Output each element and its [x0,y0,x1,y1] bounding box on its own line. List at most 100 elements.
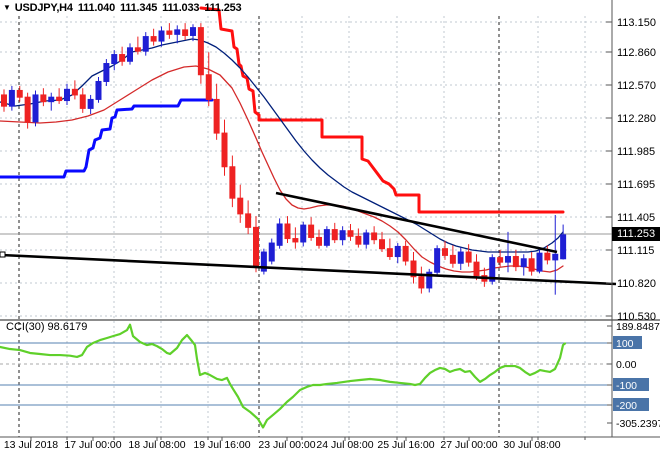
bull-candle-body [268,242,275,262]
bear-candle-body [24,96,31,123]
bull-candle-body [32,94,39,123]
cci-indicator-label: CCI(30) 98.6179 [6,321,88,333]
bear-candle-body [331,229,338,241]
current-price-badge: 111.253 [612,227,660,241]
quote-open: 111.040 [77,2,115,14]
bear-candle-body [229,166,236,199]
bull-candle-body [190,27,196,36]
bull-candle-body [48,96,55,103]
bear-candle-body [253,226,259,267]
price-axis-label: 112.860 [617,47,656,59]
time-axis-label: 17 Jul 00:00 [64,439,121,450]
bear-candle-body [205,74,212,100]
bear-candle-body [292,238,299,243]
bull-candle-body [339,230,346,241]
time-axis-label: 27 Jul 00:00 [440,439,497,450]
price-axis-label: 110.820 [617,278,656,290]
bear-candle-body [347,230,354,237]
ohlc-quote-line: ▼ USDJPY,H4 111.040 111.345 111.033 111.253 [3,2,246,14]
bear-candle-body [245,213,252,228]
bear-candle-body [512,256,519,268]
bear-candle-body [1,94,7,107]
bear-candle-body [40,94,47,103]
bear-candle-body [150,36,157,42]
bear-candle-body [237,197,244,215]
bear-candle-body [473,261,480,277]
cci-level-badge-label: 100 [616,338,634,350]
cci-axis-label: -305.2397 [616,418,660,430]
bull-candle-body [103,63,110,82]
bull-candle-body [95,80,102,100]
bear-candle-body [197,27,204,76]
time-axis-label: 19 Jul 16:00 [193,439,250,450]
bull-candle-body [87,98,94,109]
bear-candle-body [528,258,535,272]
price-chart-surface[interactable]: 113.150 112.860 112.570 112.280 111.985 111.6… [0,0,660,450]
chart-window: 113.150 112.860 112.570 112.280 111.985 111.6… [0,0,660,450]
bull-candle-body [174,29,181,35]
bear-candle-body [418,276,425,289]
bear-candle-body [71,88,78,96]
bull-candle-body [520,258,527,268]
bear-candle-body [465,251,472,263]
bull-candle-body [127,47,133,62]
bull-candle-body [536,252,543,272]
quote-close: 111.253 [204,2,242,14]
time-axis-label: 23 Jul 00:00 [258,439,315,450]
bull-candle-body [552,253,559,261]
bull-candle-body [142,36,149,52]
bull-candle-body [158,30,165,42]
bear-candle-body [497,257,504,263]
price-axis-label: 111.695 [617,179,655,191]
price-axis-label: 111.985 [617,146,655,158]
bear-candle-body [166,30,173,35]
bear-candle-body [449,254,456,264]
bull-candle-body [560,234,567,260]
bull-candle-body [8,89,15,107]
cci-axis-label: 0.00 [616,359,637,371]
bull-candle-body [457,251,464,264]
bull-candle-body [394,245,401,258]
price-axis-label: 112.570 [617,80,656,92]
trendline-handle[interactable] [0,251,6,258]
bull-candle-body [300,224,307,243]
bear-candle-body [284,223,291,240]
symbol-dropdown-icon[interactable]: ▼ [3,3,11,12]
time-axis-label: 13 Jul 2018 [4,439,58,450]
bear-candle-body [544,252,551,261]
bear-candle-body [442,248,448,256]
bull-candle-body [505,256,511,263]
time-axis-label: 25 Jul 16:00 [377,439,434,450]
bear-candle-body [355,235,362,245]
bear-candle-body [371,232,378,241]
bull-candle-body [434,248,441,273]
price-axis-label: 111.405 [617,212,655,224]
chart-background [0,0,660,450]
bull-candle-body [276,223,283,246]
bear-candle-body [119,54,126,62]
bull-candle-body [64,88,70,102]
bear-candle-body [79,94,86,109]
cci-level-badge-label: -200 [616,400,637,412]
bear-candle-body [308,224,315,238]
bull-candle-body [111,54,118,65]
bear-candle-body [379,239,385,250]
price-axis-label: 112.280 [617,113,656,125]
bear-candle-body [16,89,23,98]
bull-candle-body [323,229,330,246]
bear-candle-body [134,47,141,52]
time-axis-label: 24 Jul 08:00 [316,439,373,450]
symbol-period-label: USDJPY,H4 [14,2,73,14]
bear-candle-body [316,236,322,246]
cci-level-badge-label: -100 [616,380,637,392]
cci-axis-label: 189.8487 [616,321,660,333]
bear-candle-body [386,248,393,258]
time-axis-label: 30 Jul 08:00 [503,439,560,450]
bear-candle-body [402,245,409,262]
bull-candle-body [363,232,370,245]
bear-candle-body [221,132,228,168]
quote-high: 111.345 [120,2,158,14]
time-axis-label: 18 Jul 08:00 [128,439,185,450]
quote-low: 111.033 [162,2,200,14]
price-axis-label: 111.115 [617,245,654,257]
